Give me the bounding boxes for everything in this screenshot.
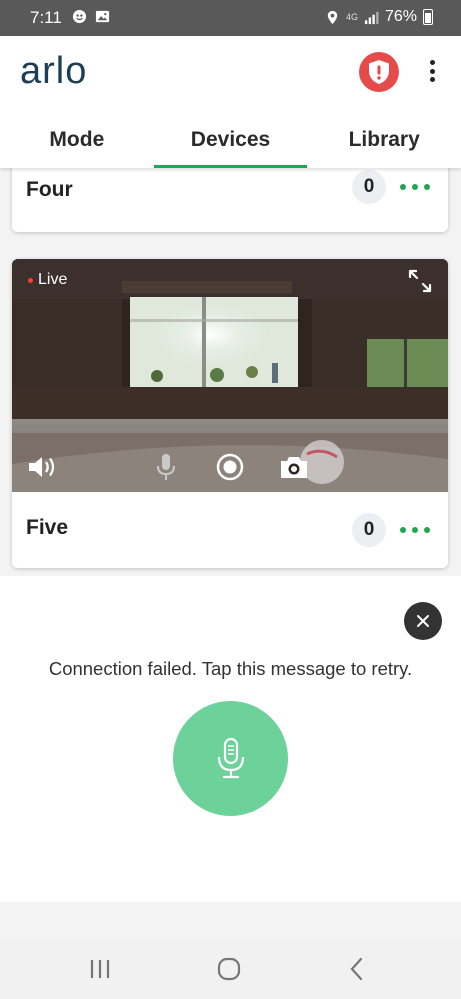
signal-icon (364, 11, 379, 24)
tab-mode[interactable]: Mode (0, 120, 154, 168)
more-vertical-icon[interactable] (422, 58, 442, 84)
device-name: Five (26, 516, 69, 539)
microphone-icon[interactable] (150, 452, 182, 482)
alert-button[interactable] (359, 52, 399, 92)
recent-apps-icon[interactable] (83, 952, 117, 986)
home-icon[interactable] (212, 952, 246, 986)
arlo-logo: arlo (20, 50, 88, 92)
devices-list[interactable]: Four 0 Live Five 0 (0, 168, 461, 576)
record-icon[interactable] (214, 452, 246, 482)
device-card[interactable]: Live Five 0 (12, 259, 448, 568)
back-icon[interactable] (340, 952, 374, 986)
clip-count-badge[interactable]: 0 (352, 513, 386, 547)
device-card[interactable]: Four 0 (12, 168, 448, 232)
gallery-icon (95, 10, 110, 23)
snapshot-camera-icon[interactable] (278, 452, 310, 482)
app-header: arlo Mode Devices Library (0, 36, 461, 168)
status-bar: 7:11 4G 76% (0, 0, 461, 36)
live-label: Live (38, 271, 68, 288)
live-video-feed[interactable]: Live (12, 259, 448, 492)
tab-devices[interactable]: Devices (153, 120, 308, 168)
clip-count-badge[interactable]: 0 (352, 170, 386, 204)
shield-exclamation-icon (369, 60, 389, 84)
speaker-icon[interactable] (26, 452, 58, 482)
more-horizontal-icon[interactable] (400, 177, 434, 197)
talk-sheet: Connection failed. Tap this message to r… (0, 576, 461, 902)
notification-icon (72, 9, 87, 24)
live-dot (28, 277, 33, 283)
close-button[interactable] (404, 602, 442, 640)
more-horizontal-icon[interactable] (400, 520, 434, 540)
microphone-icon (217, 737, 244, 778)
battery-percent: 76% (384, 8, 417, 25)
status-time: 7:11 (30, 8, 62, 27)
system-nav-bar (0, 938, 461, 999)
device-name: Four (26, 178, 73, 201)
push-to-talk-button[interactable] (173, 701, 288, 816)
battery-icon (423, 9, 433, 25)
close-icon (417, 615, 429, 627)
video-controls (12, 452, 448, 482)
location-icon (327, 10, 338, 24)
connection-error-message[interactable]: Connection failed. Tap this message to r… (0, 658, 461, 680)
tab-library[interactable]: Library (307, 120, 461, 168)
fullscreen-icon[interactable] (406, 267, 434, 295)
network-type: 4G (345, 12, 358, 22)
tab-bar: Mode Devices Library (0, 120, 461, 168)
live-indicator: Live (28, 271, 67, 289)
